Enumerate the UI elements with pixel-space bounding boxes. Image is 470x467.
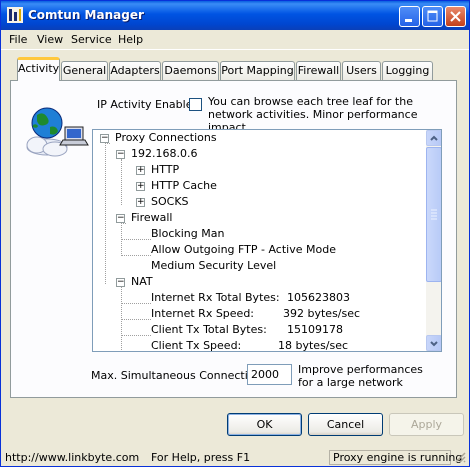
tree-scrollbar[interactable]: [426, 130, 441, 351]
nat-stat-value: 18 bytes/sec: [278, 339, 349, 352]
scroll-thumb[interactable]: [426, 147, 441, 282]
title-bar[interactable]: Comtun Manager: [1, 1, 469, 30]
scroll-up-button[interactable]: [426, 130, 441, 146]
tree-node-label: 192.168.0.6: [131, 147, 198, 160]
nat-stat-value: 15109178: [287, 323, 343, 336]
tree-leaf[interactable]: Blocking Man: [151, 226, 224, 242]
tab-users[interactable]: Users: [342, 61, 381, 80]
app-logo-icon: [7, 7, 23, 23]
tree-leaf[interactable]: Medium Security Level: [151, 258, 276, 274]
network-globe-icon: [26, 107, 89, 157]
grip-icon: [431, 209, 437, 220]
cancel-button[interactable]: Cancel: [308, 413, 383, 436]
expand-icon[interactable]: +: [136, 182, 145, 191]
expand-icon[interactable]: +: [136, 198, 145, 207]
max-connections-input[interactable]: [247, 364, 292, 385]
tab-activity[interactable]: Activity: [17, 57, 60, 81]
maximize-icon: [427, 10, 438, 22]
nat-stat-label[interactable]: Internet Rx Speed:: [151, 306, 254, 322]
ip-activity-checkbox[interactable]: [189, 98, 202, 111]
menu-view[interactable]: View: [37, 33, 63, 46]
nat-stat-label[interactable]: Internet Rx Total Bytes:: [151, 290, 280, 306]
tab-general[interactable]: General: [61, 61, 108, 80]
window-title: Comtun Manager: [28, 8, 144, 22]
menu-file[interactable]: File: [9, 33, 27, 46]
menu-service[interactable]: Service: [71, 33, 112, 46]
nat-stat-value: 105623803: [287, 291, 350, 304]
tree-node-label: NAT: [131, 275, 153, 288]
tree-node-label: Proxy Connections: [115, 131, 217, 144]
minimize-button[interactable]: [399, 6, 420, 27]
app-window: Comtun Manager File View Service Help Ac…: [0, 0, 470, 467]
nat-stat-label[interactable]: Client Tx Total Bytes:: [151, 322, 267, 338]
collapse-icon[interactable]: −: [116, 150, 125, 159]
tree-node-label: HTTP Cache: [151, 179, 217, 192]
status-url: http://www.linkbyte.com: [5, 451, 140, 464]
collapse-icon[interactable]: −: [116, 278, 125, 287]
apply-button[interactable]: Apply: [389, 413, 464, 436]
scroll-up-icon: [430, 135, 438, 141]
close-icon: [450, 11, 461, 22]
tab-firewall[interactable]: Firewall: [296, 61, 341, 80]
maximize-button[interactable]: [422, 6, 443, 27]
status-engine-box: Proxy engine is running: [329, 450, 462, 465]
menu-help[interactable]: Help: [118, 33, 143, 46]
minimize-icon: [405, 19, 412, 22]
max-connections-note: Improve performances for a large network: [298, 363, 423, 389]
collapse-icon[interactable]: −: [116, 214, 125, 223]
tab-port-mapping[interactable]: Port Mapping: [220, 61, 295, 80]
resize-grip-icon[interactable]: [454, 451, 466, 463]
activity-panel: IP Activity Enable: You can browse each …: [10, 80, 457, 398]
status-bar: http://www.linkbyte.com For Help, press …: [1, 447, 469, 466]
nat-stat-label[interactable]: Client Tx Speed:: [151, 338, 241, 351]
scroll-down-button[interactable]: [426, 335, 441, 351]
scroll-down-icon: [430, 341, 438, 347]
max-connections-label: Max. Simultaneous Connections:: [91, 369, 271, 382]
tab-adapters[interactable]: Adapters: [109, 61, 161, 80]
ip-activity-label: IP Activity Enable:: [97, 98, 197, 111]
collapse-icon[interactable]: −: [100, 134, 109, 143]
tab-logging[interactable]: Logging: [382, 61, 433, 80]
tab-daemons[interactable]: Daemons: [162, 61, 219, 80]
tree-leaf[interactable]: Allow Outgoing FTP - Active Mode: [151, 242, 336, 258]
tree-node-label: Firewall: [131, 211, 173, 224]
expand-icon[interactable]: +: [136, 166, 145, 175]
close-button[interactable]: [445, 6, 466, 27]
activity-tree[interactable]: − Proxy Connections − 192.168.0.6 + HTTP…: [92, 129, 442, 352]
tree-node-label: SOCKS: [151, 195, 189, 208]
menu-bar: File View Service Help: [1, 30, 469, 50]
status-engine: Proxy engine is running: [333, 451, 463, 464]
nat-stat-value: 392 bytes/sec: [283, 307, 361, 320]
ok-button[interactable]: OK: [227, 413, 302, 436]
tree-node-label: HTTP: [151, 163, 180, 176]
status-help: For Help, press F1: [151, 451, 251, 464]
